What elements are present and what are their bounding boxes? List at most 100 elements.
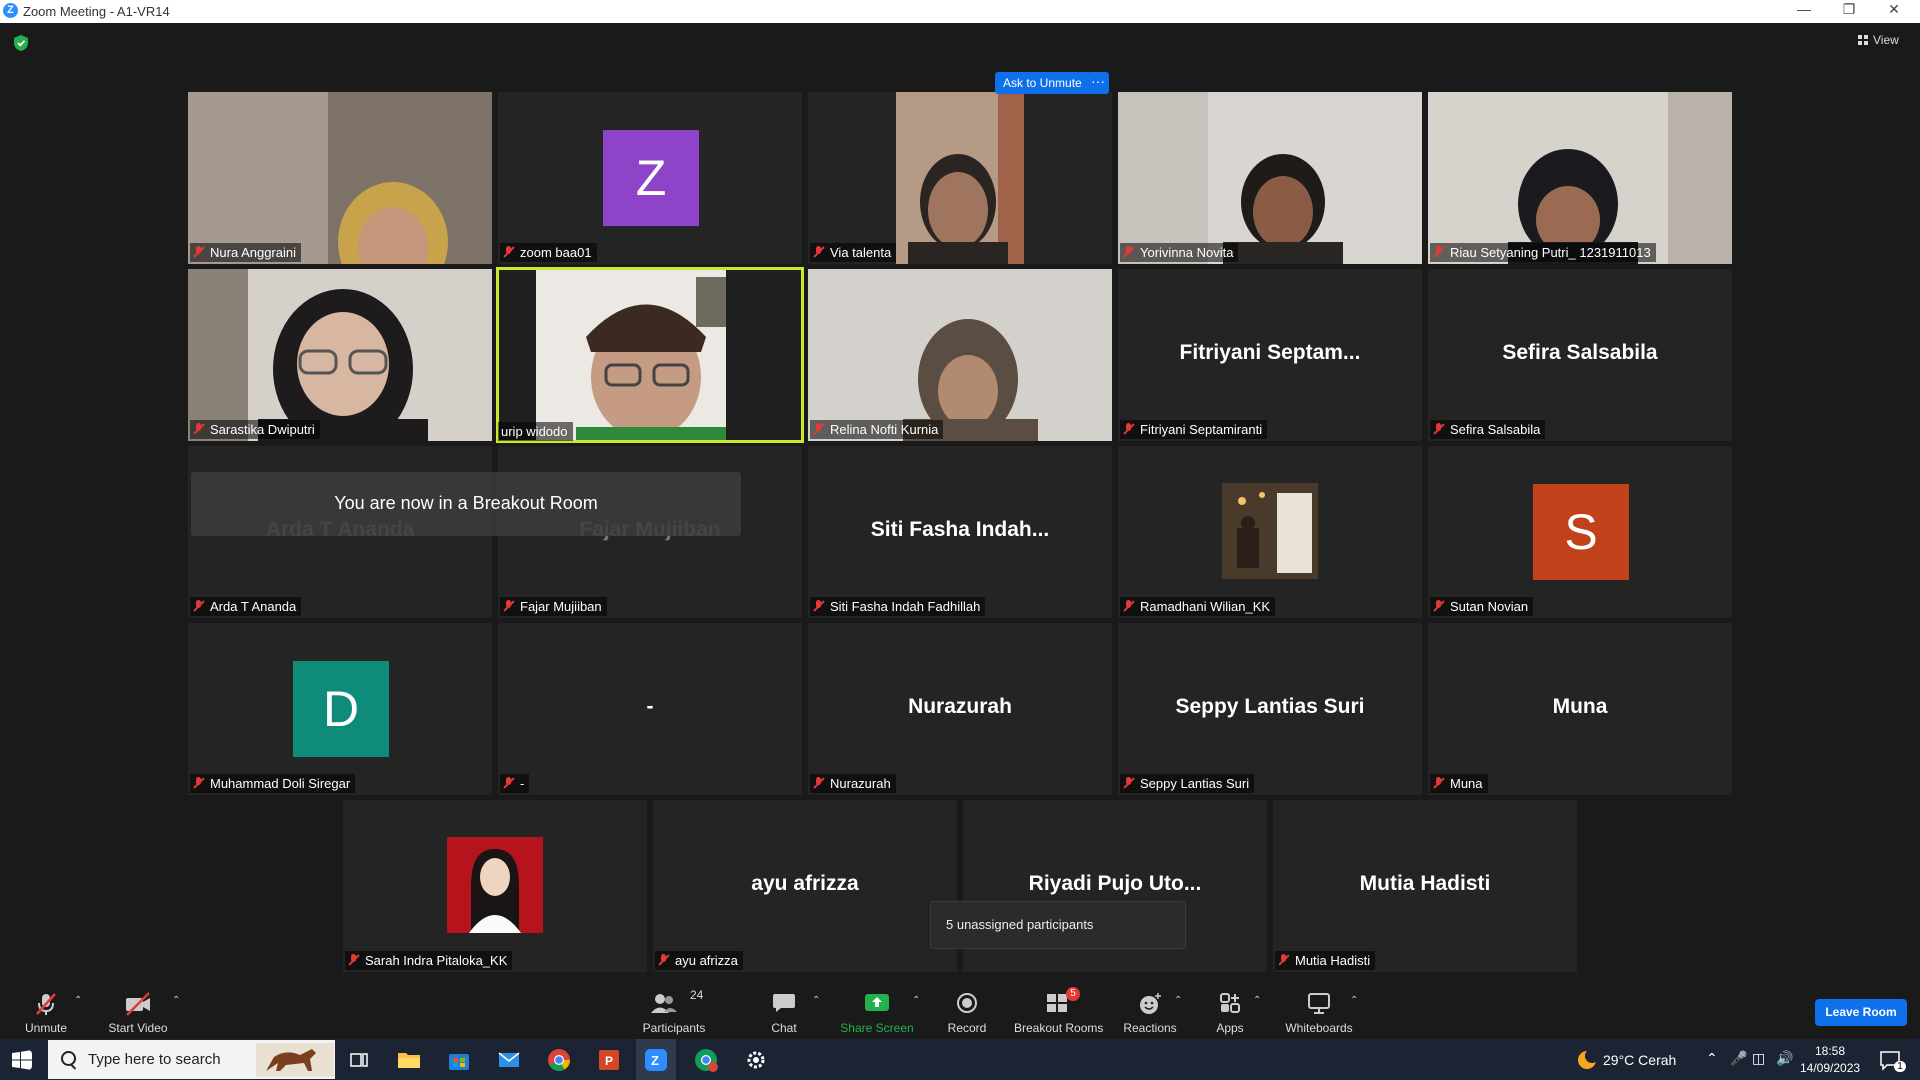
- video-feed: [536, 270, 764, 440]
- microsoft-store-icon[interactable]: [446, 1047, 472, 1073]
- participant-nameplate: Riau Setyaning Putri_ 1231911013: [1430, 243, 1656, 262]
- participant-tile[interactable]: S Sutan Novian: [1428, 446, 1732, 618]
- volume-icon[interactable]: 🔊: [1776, 1050, 1793, 1067]
- task-view-icon[interactable]: [346, 1047, 372, 1073]
- restore-button[interactable]: ❐: [1834, 1, 1864, 18]
- participant-display-name: ayu afrizza: [751, 872, 859, 895]
- clock-date[interactable]: 14/09/2023: [1800, 1061, 1860, 1075]
- clock-time[interactable]: 18:58: [1804, 1044, 1856, 1058]
- muted-mic-icon: [348, 954, 360, 966]
- chrome-icon[interactable]: [546, 1047, 572, 1073]
- participant-display-name: -: [646, 695, 654, 718]
- windows-taskbar: Type here to search P Z 29°C Cerah ⌃ 🎤 ◫…: [0, 1039, 1920, 1080]
- participant-nameplate: Sutan Novian: [1430, 597, 1534, 616]
- participant-tile[interactable]: D Muhammad Doli Siregar: [188, 623, 492, 795]
- taskbar-search-box[interactable]: Type here to search: [48, 1040, 335, 1079]
- chrome-profile-icon[interactable]: [693, 1047, 719, 1073]
- windows-start-icon[interactable]: [12, 1050, 32, 1070]
- participant-tile[interactable]: Seppy Lantias Suri Seppy Lantias Suri: [1118, 623, 1422, 795]
- notification-count: 1: [1894, 1061, 1906, 1072]
- participant-tile[interactable]: Siti Fasha Indah... Siti Fasha Indah Fad…: [808, 446, 1112, 618]
- whiteboards-options-chevron-icon[interactable]: ⌃: [1350, 995, 1358, 1006]
- close-button[interactable]: ✕: [1879, 1, 1909, 18]
- powerpoint-icon[interactable]: P: [596, 1047, 622, 1073]
- participant-tile[interactable]: Fitriyani Septam... Fitriyani Septamiran…: [1118, 269, 1422, 441]
- view-button[interactable]: View: [1858, 33, 1899, 47]
- muted-mic-icon: [503, 600, 515, 612]
- window-titlebar: Z Zoom Meeting - A1-VR14 — ❐ ✕: [0, 0, 1920, 23]
- reactions-button[interactable]: Reactions: [1120, 980, 1180, 1039]
- participants-button[interactable]: 24 Participants: [638, 980, 710, 1039]
- reactions-options-chevron-icon[interactable]: ⌃: [1174, 995, 1182, 1006]
- participant-nameplate: Fitriyani Septamiranti: [1120, 420, 1268, 439]
- participant-display-name: Sefira Salsabila: [1502, 341, 1658, 364]
- microphone-tray-icon[interactable]: 🎤: [1730, 1050, 1747, 1067]
- apps-icon: [1220, 993, 1240, 1013]
- muted-mic-icon: [1123, 600, 1135, 612]
- video-feed: [1428, 92, 1732, 264]
- record-button[interactable]: Record: [946, 980, 988, 1039]
- participant-tile[interactable]: Nura Anggraini: [188, 92, 492, 264]
- participant-tile[interactable]: Yorivinna Novita: [1118, 92, 1422, 264]
- muted-mic-icon: [193, 777, 205, 789]
- audio-options-chevron-icon[interactable]: ⌃: [74, 995, 82, 1006]
- svg-text:P: P: [605, 1054, 613, 1068]
- zoom-logo-icon: Z: [3, 3, 18, 18]
- participant-tile[interactable]: ayu afrizza ayu afrizza: [653, 800, 957, 972]
- muted-mic-icon: [1433, 246, 1445, 258]
- muted-mic-icon: [813, 246, 825, 258]
- share-screen-button[interactable]: Share Screen: [840, 980, 914, 1039]
- tray-chevron-icon[interactable]: ⌃: [1706, 1050, 1718, 1067]
- security-shield-icon[interactable]: [13, 34, 29, 52]
- active-speaker-tile[interactable]: urip widodo: [496, 267, 804, 443]
- participant-tile[interactable]: Via talenta: [808, 92, 1112, 264]
- participant-tile[interactable]: Sarastika Dwiputri: [188, 269, 492, 441]
- breakout-room-toast: You are now in a Breakout Room: [191, 472, 741, 536]
- leave-room-button[interactable]: Leave Room: [1815, 999, 1907, 1026]
- video-feed: [188, 269, 492, 441]
- start-video-button[interactable]: Start Video: [103, 980, 173, 1039]
- ask-to-unmute-button[interactable]: Ask to Unmute: [995, 72, 1090, 94]
- participants-count: 24: [690, 988, 704, 1002]
- participant-tile[interactable]: Muna Muna: [1428, 623, 1732, 795]
- participant-tile[interactable]: Mutia Hadisti Mutia Hadisti: [1273, 800, 1577, 972]
- chat-button[interactable]: Chat: [764, 980, 804, 1039]
- unmute-button[interactable]: Unmute: [16, 980, 76, 1039]
- window-title: Zoom Meeting - A1-VR14: [23, 4, 170, 19]
- participant-tile[interactable]: Nurazurah Nurazurah: [808, 623, 1112, 795]
- whiteboards-button[interactable]: Whiteboards: [1282, 980, 1356, 1039]
- participant-tile[interactable]: Relina Nofti Kurnia: [808, 269, 1112, 441]
- participant-tile[interactable]: - -: [498, 623, 802, 795]
- participant-tile[interactable]: Riau Setyaning Putri_ 1231911013: [1428, 92, 1732, 264]
- file-explorer-icon[interactable]: [396, 1047, 422, 1073]
- settings-gear-icon[interactable]: [743, 1047, 769, 1073]
- svg-text:Z: Z: [651, 1053, 659, 1068]
- participant-tile[interactable]: Z zoom baa01: [498, 92, 802, 264]
- participant-display-name: Fitriyani Septam...: [1179, 341, 1361, 364]
- network-icon[interactable]: ◫: [1752, 1050, 1765, 1067]
- breakout-rooms-badge: 5: [1066, 987, 1080, 1001]
- participant-tile[interactable]: Ramadhani Wilian_KK: [1118, 446, 1422, 618]
- more-options-button[interactable]: ···: [1087, 72, 1109, 94]
- mail-icon[interactable]: [496, 1047, 522, 1073]
- video-feed: [808, 269, 1112, 441]
- apps-button[interactable]: Apps: [1210, 980, 1250, 1039]
- minimize-button[interactable]: —: [1789, 1, 1819, 17]
- chat-options-chevron-icon[interactable]: ⌃: [812, 995, 820, 1006]
- participant-tile[interactable]: Sarah Indra Pitaloka_KK: [343, 800, 647, 972]
- apps-options-chevron-icon[interactable]: ⌃: [1253, 995, 1261, 1006]
- participant-nameplate: urip widodo: [498, 422, 573, 441]
- video-options-chevron-icon[interactable]: ⌃: [172, 995, 180, 1006]
- weather-moon-icon: [1578, 1049, 1599, 1069]
- weather-text[interactable]: 29°C Cerah: [1603, 1052, 1676, 1068]
- reactions-smiley-icon: [1140, 993, 1161, 1014]
- share-options-chevron-icon[interactable]: ⌃: [912, 995, 920, 1006]
- participant-nameplate: Via talenta: [810, 243, 897, 262]
- unassigned-participants-tooltip: 5 unassigned participants: [930, 901, 1186, 949]
- zoom-taskbar-icon[interactable]: Z: [643, 1047, 669, 1073]
- breakout-rooms-button[interactable]: 5 Breakout Rooms: [1014, 980, 1103, 1039]
- participant-nameplate: Muhammad Doli Siregar: [190, 774, 356, 793]
- participant-display-name: Riyadi Pujo Uto...: [1028, 872, 1202, 895]
- participant-display-name: Muna: [1552, 695, 1608, 718]
- participant-tile[interactable]: Sefira Salsabila Sefira Salsabila: [1428, 269, 1732, 441]
